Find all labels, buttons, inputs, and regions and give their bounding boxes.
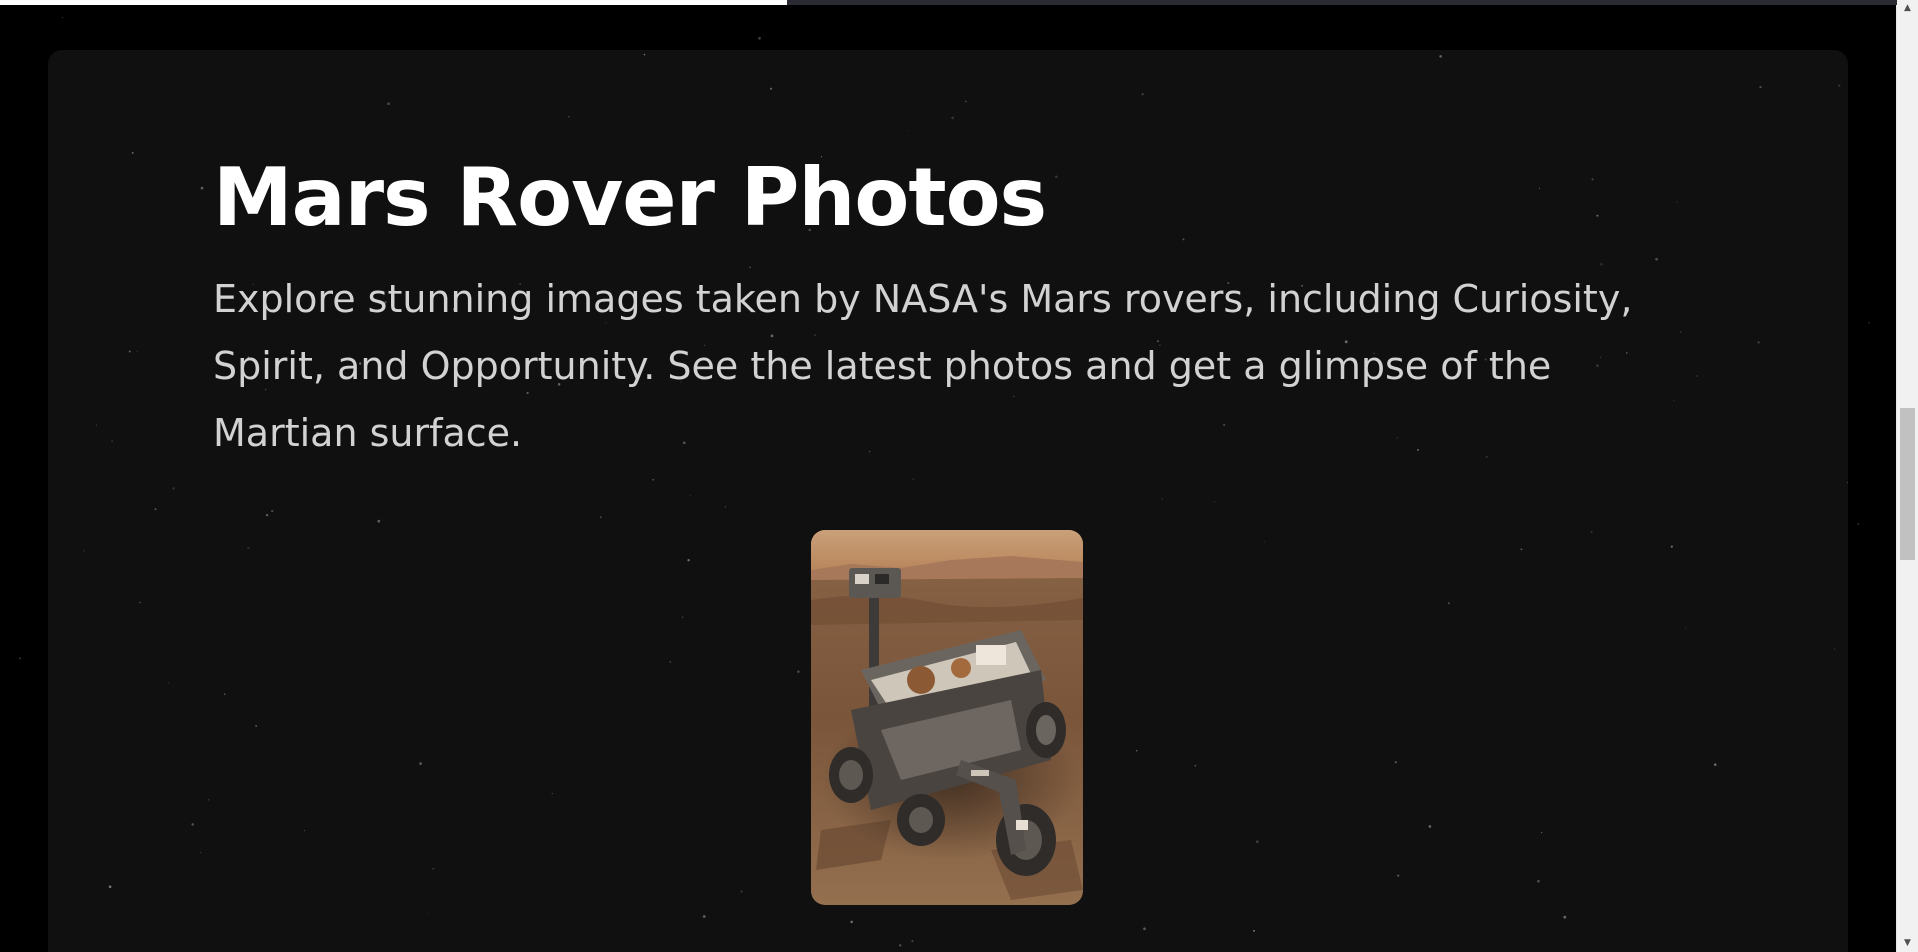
star-dot (911, 940, 914, 943)
star-dot (1537, 879, 1540, 883)
star-dot (200, 186, 204, 190)
star-dot (1757, 341, 1760, 344)
star-dot (1394, 761, 1397, 764)
star-dot (377, 519, 381, 523)
star-dot (908, 130, 910, 132)
star-dot (797, 670, 800, 673)
star-dot (387, 102, 390, 106)
star-dot (136, 350, 138, 353)
star-dot (669, 661, 672, 663)
star-dot (1833, 648, 1836, 650)
star-dot (1540, 831, 1543, 834)
star-dot (265, 513, 269, 517)
star-dot (1759, 86, 1762, 89)
star-dot (61, 16, 64, 19)
page-title: Mars Rover Photos (213, 151, 1047, 244)
star-dot (1397, 874, 1400, 877)
scroll-down-arrow[interactable]: ▼ (1897, 935, 1918, 952)
star-dot (199, 852, 201, 854)
star-dot (1696, 375, 1698, 377)
scrollbar-thumb[interactable] (1900, 408, 1915, 560)
star-dot (643, 53, 646, 56)
rover-photo[interactable] (811, 530, 1083, 905)
star-dot (1846, 482, 1848, 484)
star-dot (1713, 763, 1717, 766)
star-dot (1868, 322, 1870, 324)
star-dot (1670, 545, 1673, 548)
star-dot (139, 601, 141, 604)
star-dot (1213, 501, 1215, 503)
star-dot (108, 885, 112, 889)
star-dot (568, 116, 570, 118)
star-dot (303, 829, 306, 832)
star-dot (724, 506, 726, 508)
star-dot (951, 116, 955, 120)
star-dot (1590, 530, 1593, 533)
star-dot (224, 693, 226, 695)
star-dot (1263, 541, 1265, 543)
star-dot (1447, 602, 1450, 605)
star-dot (687, 559, 690, 562)
star-dot (1143, 927, 1146, 931)
star-dot (599, 516, 602, 519)
star-dot (1161, 498, 1163, 500)
star-dot (247, 546, 250, 550)
page-viewport: Mars Rover Photos Explore stunning image… (0, 0, 1897, 952)
star-dot (850, 920, 853, 924)
star-dot (702, 915, 706, 918)
star-dot (1439, 55, 1442, 58)
star-dot (432, 868, 434, 870)
star-dot (83, 550, 85, 552)
star-dot (964, 100, 967, 103)
star-dot (167, 682, 169, 684)
star-dot (899, 944, 902, 947)
star-dot (255, 725, 257, 727)
star-dot (419, 762, 422, 765)
star-dot (19, 657, 21, 660)
page-scrollbar[interactable]: ▲ ▼ (1896, 0, 1918, 952)
star-dot (1857, 523, 1859, 525)
star-dot (1685, 626, 1687, 628)
mars-rover-card: Mars Rover Photos Explore stunning image… (48, 50, 1848, 952)
card-content: Mars Rover Photos Explore stunning image… (213, 150, 1693, 467)
reading-progress-fill (0, 0, 788, 5)
star-dot (1194, 765, 1197, 767)
page-description: Explore stunning images taken by NASA's … (213, 277, 1633, 455)
scroll-up-arrow[interactable]: ▲ (1897, 0, 1918, 17)
star-dot (191, 823, 194, 826)
star-dot (95, 424, 97, 426)
star-dot (172, 487, 175, 490)
star-dot (1135, 749, 1138, 752)
star-dot (1563, 915, 1567, 919)
star-dot (912, 478, 914, 480)
star-dot (1520, 548, 1523, 551)
star-dot (154, 508, 157, 510)
star-dot (689, 494, 691, 496)
star-dot (427, 912, 429, 914)
star-dot (769, 87, 773, 90)
star-dot (1253, 929, 1255, 932)
star-dot (207, 798, 210, 801)
reading-progress-bar (0, 0, 1897, 5)
star-dot (1428, 825, 1432, 828)
star-dot (131, 151, 134, 154)
star-dot (652, 479, 654, 481)
star-dot (271, 509, 274, 513)
star-dot (128, 350, 131, 353)
star-dot (758, 36, 761, 40)
star-dot (111, 439, 114, 443)
star-dot (1838, 84, 1841, 87)
star-dot (682, 616, 684, 618)
star-dot (551, 792, 554, 795)
star-dot (1255, 840, 1259, 844)
star-dot (740, 890, 743, 893)
star-dot (1141, 93, 1144, 96)
rover-photo-image (811, 530, 1083, 905)
